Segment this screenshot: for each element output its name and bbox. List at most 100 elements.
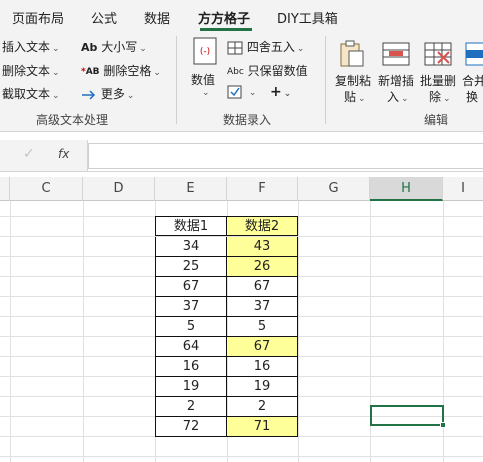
- table-cell-data1[interactable]: 5: [155, 317, 227, 337]
- chevron-down-icon: ⌄: [358, 94, 366, 104]
- table-cell-data1[interactable]: 19: [155, 377, 227, 397]
- gridline: [298, 201, 299, 462]
- remove-space-icon: *AB: [81, 66, 100, 77]
- table-cell-data2[interactable]: 19: [227, 377, 298, 397]
- copy-paste-label-2: 贴 ⌄: [344, 88, 366, 105]
- remove-space-button[interactable]: *AB 删除空格 ⌄: [81, 62, 161, 79]
- column-header-d[interactable]: D: [83, 177, 155, 201]
- formula-bar-controls: ✓ fx: [0, 140, 88, 171]
- data-group-label: 数据录入: [223, 113, 272, 127]
- insert-new-label-2-text: 入: [387, 90, 400, 104]
- insert-new-button[interactable]: [381, 40, 411, 71]
- table-cell-data1[interactable]: 2: [155, 397, 227, 417]
- check-icon[interactable]: ✓: [23, 146, 35, 162]
- table-cell-data2[interactable]: 37: [227, 297, 298, 317]
- batch-delete-label-1: 批量删: [420, 74, 457, 88]
- round-label: 四舍五入: [246, 40, 295, 54]
- table-cell-data1[interactable]: 67: [155, 277, 227, 297]
- table-cell-data1[interactable]: 34: [155, 237, 227, 257]
- chevron-down-icon: ⌄: [139, 44, 147, 54]
- insert-new-label-1: 新增插: [378, 74, 415, 88]
- chevron-down-icon: ⌄: [202, 88, 210, 98]
- table-cell-data2[interactable]: 5: [227, 317, 298, 337]
- merge-icon: [465, 42, 483, 66]
- column-header-i[interactable]: I: [443, 177, 483, 201]
- keep-value-label: 只保留数值: [247, 64, 308, 78]
- table-cell-data2[interactable]: 43: [227, 237, 298, 257]
- round-button[interactable]: 四舍五入 ⌄: [227, 38, 304, 55]
- svg-text:(-): (-): [200, 47, 210, 57]
- chevron-down-icon: ⌄: [153, 68, 161, 78]
- batch-delete-button[interactable]: [423, 40, 453, 71]
- chevron-down-icon: ⌄: [248, 88, 257, 98]
- value-icon: (-): [193, 37, 217, 65]
- tab-formulas[interactable]: 公式: [91, 8, 117, 27]
- chevron-down-icon: ⌄: [443, 94, 451, 104]
- chevron-down-icon: ⌄: [401, 94, 409, 104]
- tab-page-layout[interactable]: 页面布局: [12, 8, 64, 27]
- gridline: [83, 201, 84, 462]
- plus-icon[interactable]: + ⌄: [270, 84, 291, 100]
- tab-diy-toolbox[interactable]: DIY工具箱: [277, 8, 338, 27]
- column-header-f[interactable]: F: [227, 177, 298, 201]
- fill-handle[interactable]: [440, 422, 446, 428]
- insert-text-label: 插入文本: [2, 40, 51, 54]
- ribbon-tab-bar: 页面布局 公式 数据 方方格子 DIY工具箱: [0, 0, 483, 32]
- table-cell-data1[interactable]: 64: [155, 337, 227, 357]
- tab-data[interactable]: 数据: [144, 8, 170, 27]
- table-cell-data2[interactable]: 26: [227, 257, 298, 277]
- checkbox-icon: [227, 85, 242, 98]
- active-tab-indicator: [200, 28, 252, 31]
- formula-bar: ✓ fx: [0, 140, 483, 172]
- chevron-down-icon: ⌄: [52, 91, 60, 101]
- batch-delete-label-2: 除 ⌄: [429, 88, 451, 105]
- table-cell-data2[interactable]: 71: [227, 417, 298, 437]
- batch-delete-label-2-text: 除: [429, 90, 442, 104]
- keep-value-button[interactable]: Abc 只保留数值: [227, 62, 308, 79]
- abc-icon: Abc: [227, 66, 244, 77]
- header-cell-data1[interactable]: 数据1: [155, 216, 227, 236]
- insert-rows-icon: [382, 42, 410, 66]
- edit-group-label: 编辑: [424, 113, 449, 127]
- header-cell-data2[interactable]: 数据2: [227, 216, 298, 236]
- value-button[interactable]: (-): [190, 36, 220, 69]
- group-divider: [176, 36, 177, 124]
- column-header-e[interactable]: E: [155, 177, 227, 201]
- more-button[interactable]: 更多 ⌄: [81, 85, 134, 102]
- copy-paste-label-2-text: 贴: [344, 90, 357, 104]
- table-cell-data1[interactable]: 72: [155, 417, 227, 437]
- chevron-down-icon: ⌄: [52, 68, 60, 78]
- active-cell-selection[interactable]: [370, 405, 444, 426]
- merge-button[interactable]: [464, 40, 483, 71]
- function-icon[interactable]: fx: [58, 147, 69, 161]
- formula-input[interactable]: [88, 143, 483, 169]
- table-cell-data1[interactable]: 37: [155, 297, 227, 317]
- column-header-g[interactable]: G: [298, 177, 370, 201]
- delete-text-button[interactable]: 删除文本 ⌄: [2, 62, 60, 79]
- chevron-down-icon: ⌄: [126, 91, 135, 101]
- table-cell-data2[interactable]: 67: [227, 277, 298, 297]
- column-header-c[interactable]: C: [10, 177, 83, 201]
- remove-space-label: 删除空格: [103, 64, 152, 78]
- copy-paste-button[interactable]: [337, 40, 365, 71]
- column-header-b-partial[interactable]: [0, 177, 10, 201]
- extract-text-button[interactable]: 截取文本 ⌄: [2, 85, 60, 102]
- tab-fangfanggezi[interactable]: 方方格子: [198, 8, 250, 27]
- case-button[interactable]: Ab 大小写 ⌄: [81, 38, 147, 55]
- case-label: 大小写: [101, 40, 138, 54]
- chevron-down-icon: ⌄: [283, 89, 292, 99]
- table-cell-data2[interactable]: 2: [227, 397, 298, 417]
- insert-text-button[interactable]: 插入文本 ⌄: [2, 38, 60, 55]
- chevron-down-icon: ⌄: [296, 44, 305, 54]
- checkbox-insert-button[interactable]: ⌄: [227, 84, 256, 99]
- table-cell-data1[interactable]: 25: [155, 257, 227, 277]
- gridline: [0, 456, 483, 457]
- column-header-h[interactable]: H: [370, 177, 443, 201]
- chevron-down-icon: ⌄: [52, 44, 60, 54]
- table-cell-data2[interactable]: 16: [227, 357, 298, 377]
- arrow-right-icon: [82, 89, 96, 100]
- column-header-bar: C D E F G H I: [0, 177, 483, 201]
- value-button-label: 数值: [191, 73, 216, 87]
- table-cell-data1[interactable]: 16: [155, 357, 227, 377]
- table-cell-data2[interactable]: 67: [227, 337, 298, 357]
